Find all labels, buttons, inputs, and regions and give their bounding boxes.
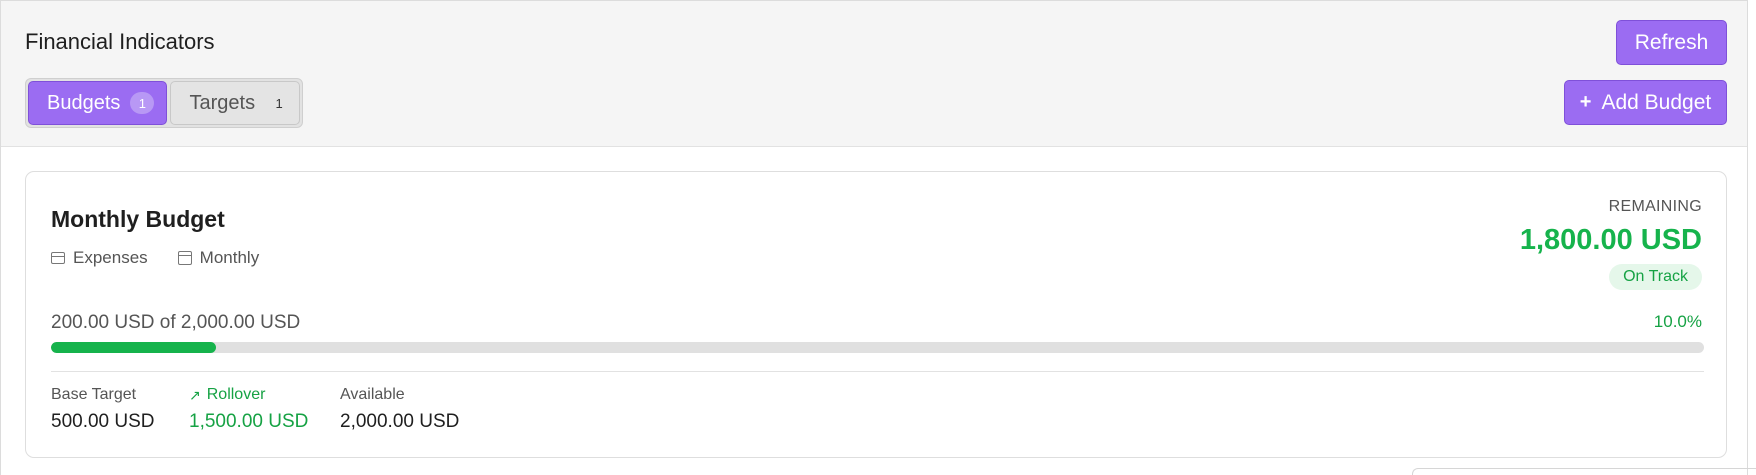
indicator-tabs: Budgets 1 Targets 1	[25, 78, 303, 128]
arrow-up-right-icon: ↗	[189, 386, 201, 403]
budget-period: Monthly	[199, 248, 260, 267]
add-budget-button[interactable]: + Add Budget	[1564, 80, 1727, 125]
tab-budgets[interactable]: Budgets 1	[28, 81, 168, 125]
base-target-label: Base Target	[51, 386, 137, 403]
divider	[51, 371, 1704, 372]
credit-card-icon	[51, 252, 65, 264]
refresh-button[interactable]: Refresh	[1616, 20, 1727, 65]
financial-indicators-panel: Financial Indicators Budgets 1 Targets 1…	[0, 0, 1748, 475]
remaining-value: 1,800.00 USD	[1519, 224, 1702, 256]
progress-percent: 10.0%	[1653, 312, 1702, 331]
progress-bar-fill	[51, 342, 217, 353]
tab-targets-count: 1	[275, 95, 283, 111]
stat-base-target: Base Target 500.00 USD	[51, 386, 155, 433]
calendar-icon	[177, 251, 192, 265]
base-target-value: 500.00 USD	[51, 411, 155, 432]
page-title: Financial Indicators	[25, 29, 215, 54]
plus-icon: +	[1579, 91, 1592, 113]
available-value: 2,000.00 USD	[340, 411, 460, 432]
tab-targets[interactable]: Targets 1	[170, 81, 300, 125]
budget-category: Expenses	[73, 248, 148, 267]
remaining-label: REMAINING	[1608, 198, 1702, 215]
panel-header: Financial Indicators Budgets 1 Targets 1…	[1, 1, 1747, 147]
tab-targets-label: Targets	[189, 91, 256, 114]
overlay-edge	[1412, 468, 1756, 475]
rollover-label: Rollover	[206, 386, 266, 403]
budget-title: Monthly Budget	[51, 206, 225, 232]
available-label: Available	[340, 386, 405, 403]
progress-bar	[51, 342, 1704, 353]
progress-text: 200.00 USD of 2,000.00 USD	[51, 312, 301, 333]
budget-card[interactable]: Monthly Budget Expenses Monthly REMAININ…	[25, 171, 1727, 458]
status-badge: On Track	[1609, 264, 1702, 290]
rollover-value: 1,500.00 USD	[189, 411, 309, 432]
stat-rollover: ↗ Rollover 1,500.00 USD	[189, 386, 308, 433]
add-budget-label: Add Budget	[1601, 90, 1712, 114]
stat-available: Available 2,000.00 USD	[340, 386, 459, 433]
budget-meta: Expenses Monthly	[51, 248, 259, 268]
tab-budgets-label: Budgets	[47, 91, 121, 114]
tab-budgets-count: 1	[130, 92, 155, 114]
